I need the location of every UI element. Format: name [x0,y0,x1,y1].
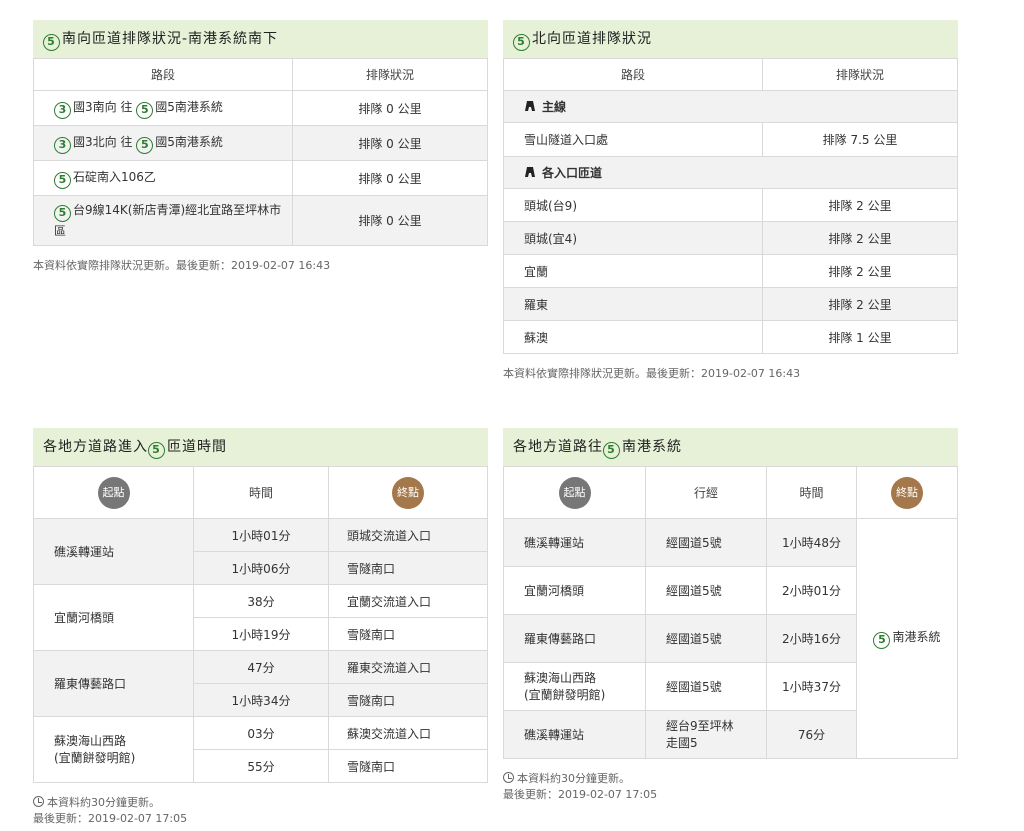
queue-status: 排隊 0 公里 [292,160,488,196]
table-row: 頭城(宜4) 排隊 2 公里 [503,221,958,255]
table-row: 蘇澳海山西路 (宜蘭餅發明館) 03分 蘇澳交流道入口 [33,716,488,783]
table-row: 3 國3南向 往 5 國5南港系統 排隊 0 公里 [33,90,488,126]
origin-cell: 宜蘭河橋頭 [33,584,194,651]
column-header-section: 路段 [33,58,293,91]
queue-status: 排隊 0 公里 [292,90,488,126]
freeway5-icon: 5 [873,632,891,649]
freeway5-icon: 5 [54,205,71,222]
table-row: 羅東 排隊 2 公里 [503,287,958,321]
road-icon [525,101,535,111]
update-note: 本資料依實際排隊狀況更新。最後更新：2019-02-07 16:43 [33,259,331,272]
destination-cell: 5 南港系統 [856,518,958,759]
freeway3-icon: 3 [54,136,71,154]
queue-status: 排隊 1 公里 [762,320,958,354]
column-header-status: 排隊狀況 [292,58,488,91]
table-row: 5 石碇南入106乙 排隊 0 公里 [33,160,488,196]
freeway5-icon: 5 [136,136,154,154]
table-row: 礁溪轉運站 1小時01分 頭城交流道入口 [33,518,488,585]
nangang-time-table: 起點 行經 時間 終點 礁溪轉運站 經國道5號 1小時48分 5 南港系統 宜蘭河… [503,466,958,759]
table-row: 礁溪轉運站 經國道5號 1小時48分 5 南港系統 [503,518,958,759]
origin-cell: 羅東傳藝路口 [33,650,194,717]
update-note: 本資料約30分鐘更新。 最後更新：2019-02-07 17:05 [503,772,658,801]
freeway3-icon: 3 [54,101,71,119]
column-header-via: 行經 [645,466,767,519]
panel-header: 5 南向匝道排隊狀況-南港系統南下 [33,20,488,58]
clock-icon [33,796,44,807]
table-row: 3 國3北向 往 5 國5南港系統 排隊 0 公里 [33,125,488,161]
local-roads-to-nangang-panel: 各地方道路往 5 南港系統 起點 行經 時間 終點 礁溪轉運站 經國道5號 1小時4… [503,428,958,803]
update-note: 本資料約30分鐘更新。 最後更新：2019-02-07 17:05 [33,796,188,825]
column-header-status: 排隊狀況 [762,58,958,91]
panel-title: 南向匝道排隊狀況-南港系統南下 [62,31,279,47]
queue-status: 排隊 0 公里 [292,195,488,246]
start-badge: 起點 [97,476,130,509]
end-badge: 終點 [891,476,923,509]
northbound-queue-table: 路段 排隊狀況 主線 雪山隧道入口處 排隊 7.5 公里 各入口匝道 頭城(台9… [503,58,958,354]
panel-header: 各地方道路往 5 南港系統 [503,428,958,466]
end-badge: 終點 [392,476,424,509]
group-row: 主線 [503,90,958,123]
queue-status: 排隊 2 公里 [762,188,958,222]
freeway5-icon: 5 [603,442,620,459]
road-icon [525,167,535,177]
update-note: 本資料依實際排隊狀況更新。最後更新：2019-02-07 16:43 [503,367,801,380]
table-row: 雪山隧道入口處 排隊 7.5 公里 [503,122,958,157]
ramp-time-table: 起點 時間 終點 礁溪轉運站 1小時01分 頭城交流道入口 1小時06分 雪隧南… [33,466,488,783]
column-header-section: 路段 [503,58,763,91]
queue-status: 排隊 2 公里 [762,287,958,321]
freeway5-icon: 5 [43,34,60,51]
queue-status: 排隊 2 公里 [762,254,958,288]
queue-status: 排隊 0 公里 [292,125,488,161]
table-row: 頭城(台9) 排隊 2 公里 [503,188,958,222]
table-row: 5 台9線14K(新店青潭)經北宜路至坪林市區 排隊 0 公里 [33,195,488,246]
queue-status: 排隊 7.5 公里 [762,122,958,157]
freeway5-icon: 5 [136,101,154,119]
origin-cell: 蘇澳海山西路 (宜蘭餅發明館) [33,716,194,783]
table-row: 宜蘭河橋頭 38分 宜蘭交流道入口 [33,584,488,651]
freeway5-icon: 5 [54,171,71,189]
clock-icon [503,772,514,783]
northbound-queue-panel: 5 北向匝道排隊狀況 路段 排隊狀況 主線 雪山隧道入口處 排隊 7.5 公里 各… [503,20,958,381]
southbound-queue-table: 路段 排隊狀況 3 國3南向 往 5 國5南港系統 排隊 0 公里 3 國3北向 往 … [33,58,488,246]
table-row: 宜蘭 排隊 2 公里 [503,254,958,288]
southbound-queue-panel: 5 南向匝道排隊狀況-南港系統南下 路段 排隊狀況 3 國3南向 往 5 國5南港系統… [33,20,488,273]
panel-header: 各地方道路進入 5 匝道時間 [33,428,488,466]
freeway5-icon: 5 [148,442,165,459]
freeway5-icon: 5 [513,34,530,51]
local-roads-to-ramp-panel: 各地方道路進入 5 匝道時間 起點 時間 終點 礁溪轉運站 1小時01分 頭城交流道… [33,428,488,827]
table-row: 羅東傳藝路口 47分 羅東交流道入口 [33,650,488,717]
queue-status: 排隊 2 公里 [762,221,958,255]
panel-title: 北向匝道排隊狀況 [532,31,652,47]
start-badge: 起點 [558,476,591,509]
origin-cell: 礁溪轉運站 [33,518,194,585]
column-header-time: 時間 [193,466,329,519]
column-header-time: 時間 [766,466,857,519]
panel-header: 5 北向匝道排隊狀況 [503,20,958,58]
table-row: 蘇澳 排隊 1 公里 [503,320,958,354]
group-row: 各入口匝道 [503,156,958,189]
